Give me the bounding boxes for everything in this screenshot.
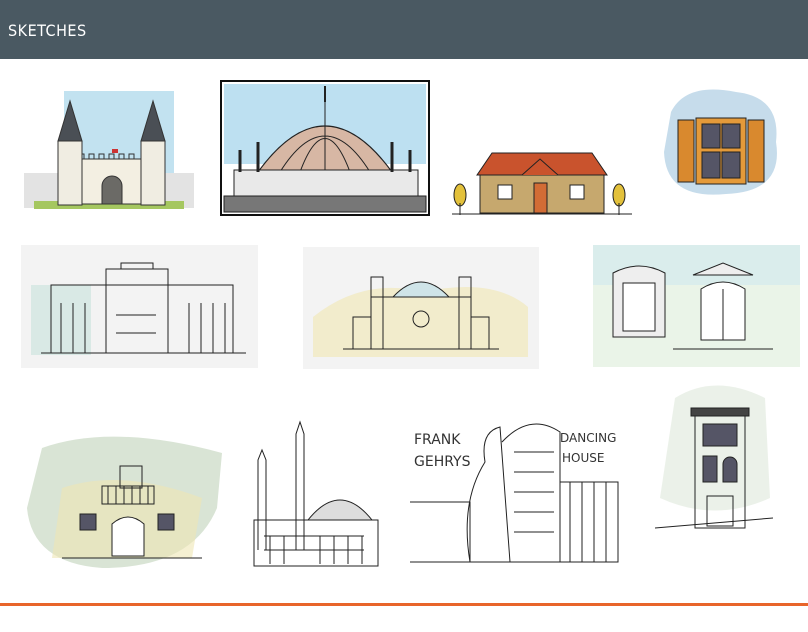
sketch-mosque-dome — [220, 80, 430, 216]
sketch-window-shutters — [656, 82, 786, 204]
footer-accent-line — [0, 603, 808, 606]
sketch-windows-doorway — [593, 245, 800, 367]
sketch-mosque-minarets — [250, 420, 382, 572]
sketch-balcony-house — [22, 428, 232, 578]
dancing-house-label-dancing: DANCING — [560, 431, 616, 445]
sketch-palace-gate — [24, 83, 194, 218]
header-bar: SKETCHES — [0, 0, 808, 59]
sketch-wooden-house — [452, 143, 632, 219]
dancing-house-label-gehrys: GEHRYS — [414, 454, 471, 470]
page-title: SKETCHES — [8, 21, 87, 40]
sketch-dancing-house: FRANK GEHRYS DANCING HOUSE — [410, 402, 624, 572]
dancing-house-label-frank: FRANK — [414, 432, 461, 448]
dancing-house-label-house: HOUSE — [562, 451, 604, 465]
sketch-ornate-building — [21, 245, 258, 368]
sketch-synagogue — [303, 247, 539, 369]
sketch-tall-narrow-building — [655, 378, 773, 534]
